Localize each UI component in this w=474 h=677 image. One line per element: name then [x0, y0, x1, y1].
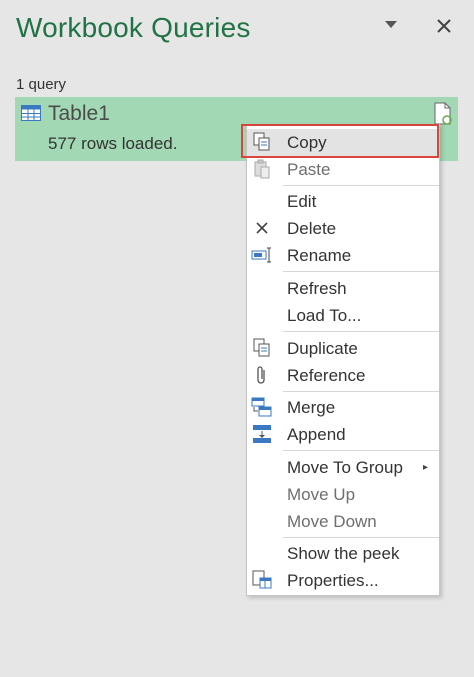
query-context-menu: Copy Paste Edit Delete Rename Refresh Lo…	[246, 124, 440, 596]
menu-separator	[283, 271, 439, 272]
properties-icon	[251, 569, 273, 591]
duplicate-icon	[251, 337, 273, 359]
menu-label: Properties...	[287, 570, 379, 590]
close-icon	[437, 19, 451, 33]
menu-label: Show the peek	[287, 543, 400, 563]
query-name: Table1	[48, 102, 110, 125]
menu-label: Move Up	[287, 484, 356, 504]
menu-label: Rename	[287, 245, 352, 265]
menu-label: Move To Group	[287, 457, 403, 477]
pane-options-dropdown[interactable]	[380, 14, 402, 36]
menu-label: Duplicate	[287, 338, 358, 358]
menu-label: Load To...	[287, 305, 362, 325]
menu-item-show-the-peek[interactable]: Show the peek	[247, 540, 439, 567]
paste-icon	[251, 158, 273, 180]
menu-item-refresh[interactable]: Refresh	[247, 275, 439, 302]
menu-item-load-to[interactable]: Load To...	[247, 302, 439, 329]
menu-item-move-to-group[interactable]: Move To Group ▸	[247, 454, 439, 481]
menu-label: Reference	[287, 365, 366, 385]
menu-item-paste[interactable]: Paste	[247, 156, 439, 183]
menu-label: Paste	[287, 159, 331, 179]
menu-label: Merge	[287, 397, 336, 417]
menu-item-reference[interactable]: Reference	[247, 362, 439, 389]
copy-highlight-outline	[241, 124, 439, 158]
menu-label: Move Down	[287, 511, 377, 531]
close-pane-button[interactable]	[432, 14, 456, 38]
query-count: 1 query	[16, 76, 67, 93]
menu-separator	[283, 537, 439, 538]
menu-item-delete[interactable]: Delete	[247, 215, 439, 242]
menu-item-merge[interactable]: Merge	[247, 394, 439, 421]
menu-separator	[283, 391, 439, 392]
menu-item-append[interactable]: Append	[247, 421, 439, 448]
rename-icon	[251, 244, 273, 266]
menu-item-move-up[interactable]: Move Up	[247, 481, 439, 508]
menu-label: Refresh	[287, 278, 347, 298]
pane-title: Workbook Queries	[16, 12, 251, 43]
document-refresh-icon[interactable]	[433, 102, 453, 126]
menu-item-properties[interactable]: Properties...	[247, 567, 439, 594]
paperclip-icon	[251, 364, 273, 386]
merge-icon	[251, 396, 273, 418]
table-icon	[21, 105, 41, 121]
menu-label: Delete	[287, 218, 337, 238]
menu-separator	[283, 331, 439, 332]
menu-separator	[283, 185, 439, 186]
menu-item-move-down[interactable]: Move Down	[247, 508, 439, 535]
caret-down-icon	[385, 21, 397, 28]
menu-label: Edit	[287, 191, 317, 211]
menu-item-edit[interactable]: Edit	[247, 188, 439, 215]
submenu-arrow-icon: ▸	[423, 462, 429, 473]
menu-item-rename[interactable]: Rename	[247, 242, 439, 269]
query-status: 577 rows loaded.	[48, 134, 178, 153]
menu-separator	[283, 450, 439, 451]
menu-item-duplicate[interactable]: Duplicate	[247, 335, 439, 362]
delete-x-icon	[251, 217, 273, 239]
menu-label: Append	[287, 424, 346, 444]
append-icon	[251, 423, 273, 445]
